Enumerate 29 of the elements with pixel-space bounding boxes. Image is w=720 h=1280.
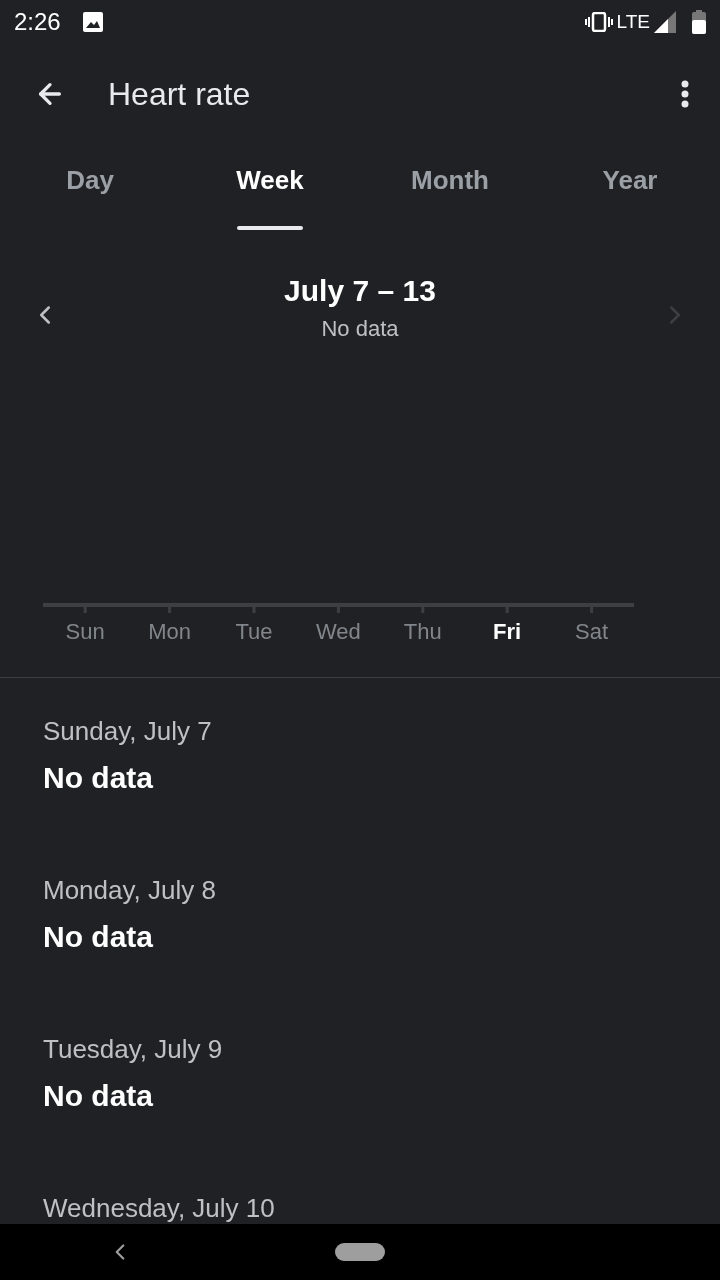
signal-icon <box>654 11 676 33</box>
day-label: Sun <box>64 619 106 645</box>
period-tab[interactable]: Month <box>360 144 540 230</box>
battery-icon <box>692 10 706 34</box>
date-range: July 7 – 13 <box>284 274 436 308</box>
home-button[interactable] <box>335 1243 385 1261</box>
period-tab[interactable]: Week <box>180 144 360 230</box>
day-label: Mon <box>147 619 192 645</box>
day-label: Sat <box>574 619 610 645</box>
day-label: Thu <box>402 619 443 645</box>
entry-value: No data <box>43 761 154 795</box>
image-icon <box>82 12 103 32</box>
entry-date: Tuesday, July 9 <box>43 1034 224 1065</box>
entry-date: Sunday, July 7 <box>43 716 213 747</box>
day-label: Wed <box>314 619 362 645</box>
status-time: 2:26 <box>14 8 61 36</box>
entry-value: No data <box>43 1079 154 1113</box>
range-summary: No data <box>321 316 399 342</box>
entry-date: Wednesday, July 10 <box>43 1193 276 1224</box>
entry-value: No data <box>43 920 154 954</box>
network-type: LTE <box>616 11 650 33</box>
day-label: Tue <box>234 619 274 645</box>
vibrate-icon <box>584 12 613 32</box>
period-tab[interactable]: Year <box>540 144 720 230</box>
entry-date: Monday, July 8 <box>43 875 217 906</box>
page-title: Heart rate <box>108 75 252 113</box>
day-label: Fri <box>492 619 523 645</box>
period-tab[interactable]: Day <box>0 144 180 230</box>
more-options-button[interactable] <box>680 79 690 109</box>
